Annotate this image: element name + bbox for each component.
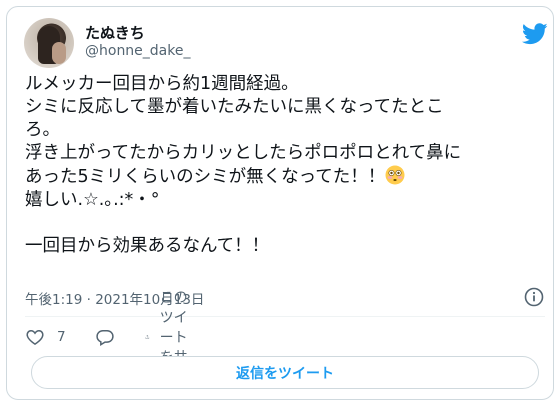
divider [25, 316, 545, 317]
share-icon [145, 335, 150, 339]
tweet-card: たぬきち @honne_dake_ ルメッカー回目から約1週間経過。シミに反応し… [6, 6, 554, 400]
tweet-line: 嬉しい.☆.｡.:*・° [25, 190, 160, 210]
tweet-line: 浮き上がってたからカリッとしたらポロポロとれて鼻に [25, 143, 462, 163]
user-handle[interactable]: @honne_dake_ [85, 43, 191, 59]
like-button[interactable]: 7 [25, 325, 66, 349]
twitter-bird-icon[interactable] [522, 23, 548, 45]
tweet-line: シミに反応して墨が着いたみたいに黒くなってたとこ [25, 97, 444, 117]
share-button[interactable]: このツイートを共有 [145, 290, 189, 386]
tweet-line [25, 212, 545, 235]
tweet-text: ルメッカー回目から約1週間経過。シミに反応して墨が着いたみたいに黒くなってたとこ… [25, 73, 545, 258]
tweet-line: ろ。 [25, 120, 60, 140]
info-icon[interactable] [523, 286, 545, 308]
like-count: 7 [57, 329, 66, 345]
tweet-line: 一回目から効果あるなんて！！ [25, 236, 270, 256]
tweet-line: あった5ミリくらいのシミが無くなってた！！ [25, 165, 545, 189]
tweet-line: ルメッカー回目から約1週間経過。 [25, 74, 299, 94]
display-name[interactable]: たぬきち [85, 22, 145, 43]
reply-icon-button[interactable] [95, 325, 115, 349]
reply-tweet-button[interactable]: 返信をツイート [31, 356, 539, 389]
reply-icon [96, 330, 114, 346]
flushed-face-emoji-icon [385, 165, 405, 185]
avatar[interactable] [24, 18, 74, 68]
heart-icon [26, 329, 44, 345]
